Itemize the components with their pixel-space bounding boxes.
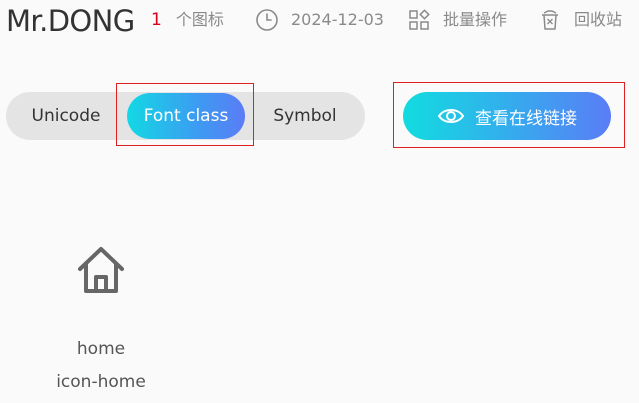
grid-icon (407, 8, 431, 32)
view-online-link-label: 查看在线链接 (475, 108, 577, 129)
trash-icon (538, 8, 562, 32)
icon-count: 1 个图标 (151, 8, 224, 32)
batch-operation-button[interactable]: 批量操作 (407, 8, 507, 32)
icon-count-number: 1 (151, 10, 162, 30)
icon-name: home (76, 339, 126, 359)
eye-icon (437, 106, 465, 126)
home-icon (76, 243, 126, 293)
recycle-bin-label: 回收站 (574, 10, 623, 29)
icon-card-home[interactable]: home icon-home (40, 235, 162, 400)
clock-icon (255, 8, 279, 32)
icon-count-label: 个图标 (175, 10, 224, 29)
tab-unicode[interactable]: Unicode (26, 92, 106, 140)
batch-operation-label: 批量操作 (443, 10, 508, 29)
tab-symbol[interactable]: Symbol (265, 92, 345, 140)
date-text: 2024-12-03 (291, 10, 384, 29)
format-switch: Unicode Font class Symbol (6, 92, 365, 140)
recycle-bin-button[interactable]: 回收站 (538, 8, 622, 32)
top-bar: Mr.DONG 1 个图标 2024-12-03 批量操作 回收站 (0, 0, 639, 44)
update-date: 2024-12-03 (255, 8, 384, 32)
icon-class-name: icon-home (56, 372, 146, 392)
project-title: Mr.DONG (6, 4, 135, 38)
view-online-link-button[interactable]: 查看在线链接 (403, 92, 611, 140)
tab-font-class[interactable]: Font class (127, 93, 245, 139)
